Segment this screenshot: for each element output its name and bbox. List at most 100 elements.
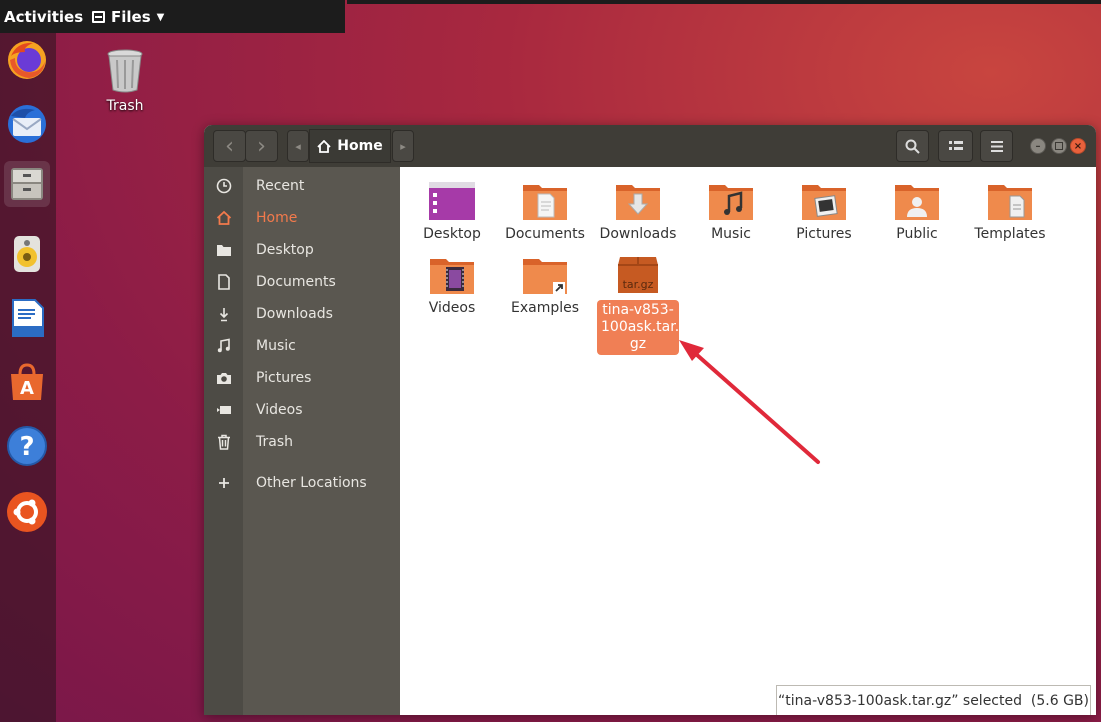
path-scroll-left[interactable]: ◂	[287, 130, 309, 162]
file-view[interactable]: Desktop Documents Downloads Music Pictur…	[400, 167, 1096, 715]
archive-badge: tar.gz	[623, 278, 654, 291]
plus-icon	[218, 478, 229, 488]
search-icon	[905, 139, 920, 154]
top-bar-strip	[347, 0, 1101, 4]
desktop-trash[interactable]: Trash	[98, 48, 152, 114]
path-label: Home	[337, 138, 383, 154]
downloads-folder-icon	[614, 181, 662, 221]
activities-button[interactable]: Activities	[4, 8, 83, 26]
sidebar-item-downloads[interactable]: Downloads	[204, 299, 400, 329]
selected-label-line2: 100ask.tar.	[601, 319, 680, 335]
sidebar-item-trash[interactable]: Trash	[204, 427, 400, 457]
videos-folder-icon	[428, 255, 476, 295]
sidebar-item-label: Recent	[256, 178, 305, 194]
forward-icon: ›	[257, 133, 266, 159]
sidebar-item-home[interactable]: Home	[204, 203, 400, 233]
sidebar-item-label: Home	[256, 210, 298, 226]
software-icon[interactable]: A	[4, 359, 50, 405]
files-window: ‹ › ◂ Home ▸ – × Recent Home Desktop Doc…	[204, 125, 1096, 715]
selected-label-line3: gz	[629, 336, 647, 352]
forward-button[interactable]: ›	[245, 130, 278, 162]
trash-icon	[217, 434, 230, 450]
hamburger-icon	[990, 140, 1003, 152]
sidebar-item-label: Desktop	[256, 242, 314, 258]
file-item-label: Music	[711, 226, 751, 242]
home-icon	[216, 210, 231, 225]
ubuntu-icon[interactable]	[4, 489, 50, 535]
help-icon[interactable]: ?	[4, 423, 50, 469]
pictures-folder-icon	[800, 181, 848, 221]
minimize-button[interactable]: –	[1030, 138, 1046, 154]
desktop-trash-label: Trash	[106, 98, 144, 114]
sidebar-item-label: Pictures	[256, 370, 312, 386]
file-item[interactable]: Videos	[406, 255, 498, 317]
sidebar-item-documents[interactable]: Documents	[204, 267, 400, 297]
maximize-icon	[1055, 142, 1063, 150]
file-item[interactable]: Templates	[964, 181, 1056, 243]
sidebar-item-label: Downloads	[256, 306, 333, 322]
video-icon	[216, 406, 231, 414]
file-item-label: Downloads	[599, 226, 677, 242]
sidebar-item-label: Music	[256, 338, 296, 354]
file-item[interactable]: Public	[871, 181, 963, 243]
top-bar: Activities Files ▼	[0, 0, 345, 33]
status-text: “tina-v853-100ask.tar.gz” selected (5.6 …	[778, 692, 1089, 709]
file-item-label: Desktop	[423, 226, 481, 242]
libreoffice-writer-icon[interactable]	[4, 295, 50, 341]
rhythmbox-icon[interactable]	[4, 231, 50, 277]
back-button[interactable]: ‹	[213, 130, 246, 162]
app-menu[interactable]: Files ▼	[92, 8, 164, 26]
document-icon	[217, 274, 230, 290]
menu-button[interactable]	[980, 130, 1013, 162]
file-item-selected[interactable]: tar.gz tina-v853- 100ask.tar. gz	[595, 255, 681, 355]
sidebar-item-label: Other Locations	[256, 475, 367, 491]
close-icon: ×	[1073, 140, 1083, 152]
documents-folder-icon	[521, 181, 569, 221]
firefox-icon[interactable]	[4, 37, 50, 83]
file-item-label: Examples	[510, 300, 580, 316]
sidebar-item-recent[interactable]: Recent	[204, 171, 400, 201]
file-item[interactable]: Examples	[499, 255, 591, 317]
selected-label-line1: tina-v853-	[602, 302, 674, 318]
sidebar-item-pictures[interactable]: Pictures	[204, 363, 400, 393]
sidebar-item-label: Documents	[256, 274, 336, 290]
path-scroll-right[interactable]: ▸	[392, 130, 414, 162]
sidebar-item-desktop[interactable]: Desktop	[204, 235, 400, 265]
home-icon	[317, 139, 331, 153]
search-button[interactable]	[896, 130, 929, 162]
view-toggle-button[interactable]	[938, 130, 973, 162]
file-item-label: Templates	[974, 226, 1046, 242]
sidebar-item-videos[interactable]: Videos	[204, 395, 400, 425]
close-button[interactable]: ×	[1070, 138, 1086, 154]
folder-icon	[216, 245, 231, 256]
svg-text:A: A	[20, 378, 34, 399]
dock: A ?	[0, 33, 56, 722]
sidebar: Recent Home Desktop Documents Downloads …	[204, 167, 400, 715]
status-bar: “tina-v853-100ask.tar.gz” selected (5.6 …	[776, 685, 1091, 715]
svg-text:?: ?	[19, 432, 34, 462]
sidebar-item-music[interactable]: Music	[204, 331, 400, 361]
music-icon	[217, 338, 230, 353]
app-menu-label: Files	[111, 8, 151, 26]
sidebar-item-label: Trash	[256, 434, 293, 450]
file-item[interactable]: Pictures	[778, 181, 870, 243]
files-icon[interactable]	[4, 161, 50, 207]
file-item[interactable]: Music	[685, 181, 777, 243]
file-item[interactable]: Documents	[499, 181, 591, 243]
thunderbird-icon[interactable]	[4, 101, 50, 147]
archive-icon: tar.gz	[614, 255, 662, 295]
examples-folder-icon	[521, 255, 569, 295]
list-view-icon	[948, 141, 963, 150]
file-item[interactable]: Desktop	[406, 181, 498, 243]
trash-can-icon	[107, 49, 143, 93]
file-item[interactable]: Downloads	[592, 181, 684, 243]
right-arrow-icon: ▸	[400, 139, 406, 153]
maximize-button[interactable]	[1051, 138, 1067, 154]
header-bar: ‹ › ◂ Home ▸ – ×	[204, 125, 1096, 167]
path-bar-home[interactable]: Home	[309, 129, 391, 163]
desktop-folder-icon	[428, 181, 476, 221]
back-icon: ‹	[225, 133, 234, 159]
left-arrow-icon: ◂	[295, 139, 301, 153]
sidebar-item-other-locations[interactable]: Other Locations	[204, 468, 400, 498]
file-item-label: tina-v853- 100ask.tar. gz	[597, 300, 679, 355]
